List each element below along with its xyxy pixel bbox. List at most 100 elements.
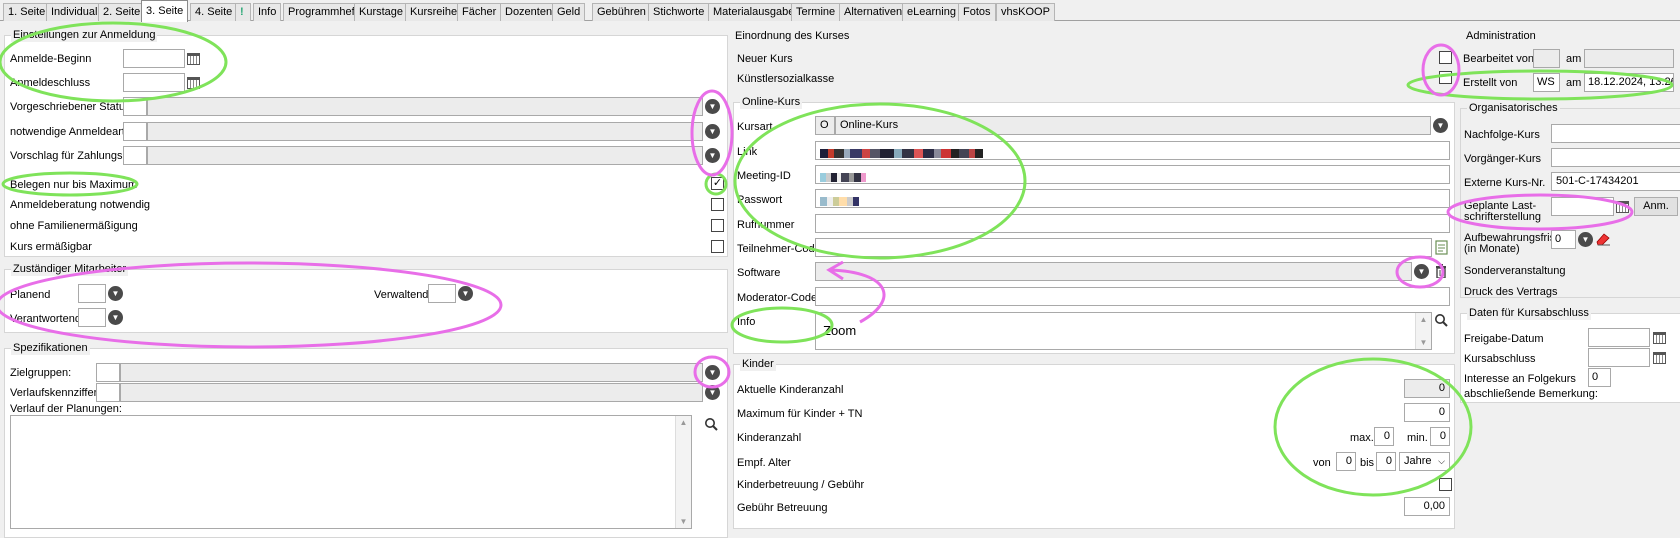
anmelde-beginn-input[interactable] xyxy=(123,49,185,68)
tab-dozenten[interactable]: Dozenten xyxy=(500,3,558,21)
memo-scrollbar[interactable]: ▲ ▼ xyxy=(675,416,691,528)
tab-programmheft[interactable]: Programmheft xyxy=(283,3,363,21)
chevron-down-icon[interactable]: ▼ xyxy=(703,97,722,116)
tab-alert[interactable]: ! xyxy=(235,3,251,21)
teilnehmer-code-input[interactable] xyxy=(815,238,1432,257)
tab-kurstage[interactable]: Kurstage xyxy=(354,3,409,21)
anmeldeschluss-input[interactable] xyxy=(123,73,185,92)
label-kurs-ermaessigbar: Kurs ermäßigbar xyxy=(10,241,92,253)
tab-faecher[interactable]: Fächer xyxy=(457,3,502,21)
chevron-down-icon[interactable]: ▼ xyxy=(1412,262,1431,281)
verwaltend-input[interactable] xyxy=(428,284,456,303)
tab-termine[interactable]: Termine xyxy=(791,3,841,21)
kuenstlersozialkasse-checkbox[interactable] xyxy=(1439,71,1452,84)
tab-fotos[interactable]: Fotos xyxy=(958,3,996,21)
calendar-icon[interactable] xyxy=(1614,198,1631,215)
belegen-max-checkbox[interactable]: ✓ xyxy=(711,177,724,190)
tab-seite-3[interactable]: 3. Seite xyxy=(141,0,189,22)
gebuehr-betreuung-input[interactable]: 0,00 xyxy=(1404,497,1450,516)
nachfolge-kurs-input[interactable] xyxy=(1551,124,1680,143)
maximum-kinder-tn-input[interactable]: 0 xyxy=(1404,403,1450,422)
tab-seite-4[interactable]: 4. Seite xyxy=(190,3,238,21)
software-select[interactable] xyxy=(815,262,1412,281)
tab-kursreihe[interactable]: Kursreihe xyxy=(405,3,463,21)
anmeldeart-select[interactable] xyxy=(147,122,703,141)
label-sonderveranstaltung: Sonderveranstaltung xyxy=(1464,265,1566,277)
chevron-down-icon[interactable]: ▼ xyxy=(106,284,125,303)
tab-alternativen[interactable]: Alternativen xyxy=(839,3,908,21)
calendar-icon[interactable] xyxy=(185,74,202,91)
zahlungsart-code-input[interactable] xyxy=(123,146,147,165)
tab-individual[interactable]: Individual xyxy=(46,3,103,21)
anmeldeberatung-checkbox[interactable] xyxy=(711,198,724,211)
ohne-familienermaessigung-checkbox[interactable] xyxy=(711,219,724,232)
tab-stichworte[interactable]: Stichworte xyxy=(648,3,710,21)
tab-seite-1[interactable]: 1. Seite xyxy=(3,3,51,21)
link-input[interactable] xyxy=(815,141,1450,160)
calendar-icon[interactable] xyxy=(185,50,202,67)
kurs-ermaessigbar-checkbox[interactable] xyxy=(711,240,724,253)
verlauf-planungen-memo[interactable]: ▲ ▼ xyxy=(10,415,692,529)
chevron-down-icon[interactable]: ▼ xyxy=(703,383,722,402)
passwort-input[interactable] xyxy=(815,189,1450,208)
planend-input[interactable] xyxy=(78,284,106,303)
verlaufskennziffer-select[interactable] xyxy=(120,383,703,402)
verlaufskennziffer-code-input[interactable] xyxy=(96,383,120,402)
tab-vhskoop[interactable]: vhsKOOP xyxy=(996,3,1055,21)
kinderbetreuung-checkbox[interactable] xyxy=(1439,478,1452,491)
zoom-icon[interactable] xyxy=(1433,312,1449,328)
rufnummer-input[interactable] xyxy=(815,214,1450,233)
chevron-down-icon[interactable]: ▼ xyxy=(456,284,475,303)
tab-info[interactable]: Info xyxy=(253,3,282,21)
aufbewahrung-input[interactable]: 0 xyxy=(1551,230,1576,249)
kinderanzahl-min-input[interactable]: 0 xyxy=(1430,427,1450,446)
alter-bis-input[interactable]: 0 xyxy=(1376,452,1396,471)
document-icon[interactable] xyxy=(1433,239,1449,255)
info-memo[interactable]: Zoom ▲ ▼ xyxy=(815,312,1432,350)
memo-scrollbar[interactable]: ▲ ▼ xyxy=(1415,313,1431,349)
externe-kurs-nr-input[interactable]: 501-C-17434201 xyxy=(1551,172,1680,191)
moderator-code-input[interactable] xyxy=(815,287,1450,306)
calendar-icon[interactable] xyxy=(1651,329,1668,346)
meeting-id-input[interactable] xyxy=(815,165,1450,184)
kinderanzahl-max-input[interactable]: 0 xyxy=(1374,427,1394,446)
kursart-code-input[interactable]: O xyxy=(815,116,835,135)
chevron-down-icon[interactable]: ▼ xyxy=(703,146,722,165)
anm-button[interactable]: Anm. xyxy=(1634,197,1678,216)
tab-seite-2[interactable]: 2. Seite xyxy=(98,3,146,21)
zielgruppen-code-input[interactable] xyxy=(96,363,120,382)
chevron-down-icon[interactable]: ▼ xyxy=(1576,230,1595,249)
eraser-icon[interactable] xyxy=(1595,231,1611,247)
tab-elearning[interactable]: eLearning xyxy=(902,3,961,21)
freigabe-datum-input[interactable] xyxy=(1588,328,1650,347)
chevron-down-icon[interactable]: ▼ xyxy=(106,308,125,327)
status-select[interactable] xyxy=(147,97,703,116)
trash-icon[interactable] xyxy=(1433,263,1449,279)
label-kuenstlersozialkasse: Künstlersozialkasse xyxy=(737,73,835,85)
vorgaenger-kurs-input[interactable] xyxy=(1551,148,1680,167)
group-title-kursabschluss: Daten für Kursabschluss xyxy=(1467,307,1591,320)
alter-von-input[interactable]: 0 xyxy=(1336,452,1356,471)
kursabschluss-input[interactable] xyxy=(1588,348,1650,367)
anmeldeart-code-input[interactable] xyxy=(123,122,147,141)
chevron-down-icon[interactable]: ▼ xyxy=(703,122,722,141)
zahlungsart-select[interactable] xyxy=(147,146,703,165)
tab-materialausgabe[interactable]: Materialausgabe xyxy=(708,3,800,21)
lastschrift-datum-input[interactable] xyxy=(1551,197,1614,216)
bearbeitet-von-input xyxy=(1533,49,1560,68)
zoom-icon[interactable] xyxy=(703,416,719,432)
neuer-kurs-checkbox[interactable] xyxy=(1439,51,1452,64)
kursart-select[interactable]: Online-Kurs xyxy=(835,116,1431,135)
calendar-icon[interactable] xyxy=(1651,349,1668,366)
tab-geld[interactable]: Geld xyxy=(552,3,586,21)
chevron-down-icon[interactable]: ▼ xyxy=(703,363,722,382)
status-code-input[interactable] xyxy=(123,97,147,116)
erstellt-von-input: WS xyxy=(1533,73,1560,92)
verantwortend-input[interactable] xyxy=(78,308,106,327)
interesse-folgekurs-input[interactable]: 0 xyxy=(1588,368,1611,387)
label-vorgeschriebener-status: Vorgeschriebener Status xyxy=(10,101,131,113)
tab-gebuehren[interactable]: Gebühren xyxy=(592,3,651,21)
alter-einheit-select[interactable]: Jahre ⌵ xyxy=(1399,452,1450,471)
chevron-down-icon[interactable]: ▼ xyxy=(1431,116,1450,135)
zielgruppen-select[interactable] xyxy=(120,363,703,382)
